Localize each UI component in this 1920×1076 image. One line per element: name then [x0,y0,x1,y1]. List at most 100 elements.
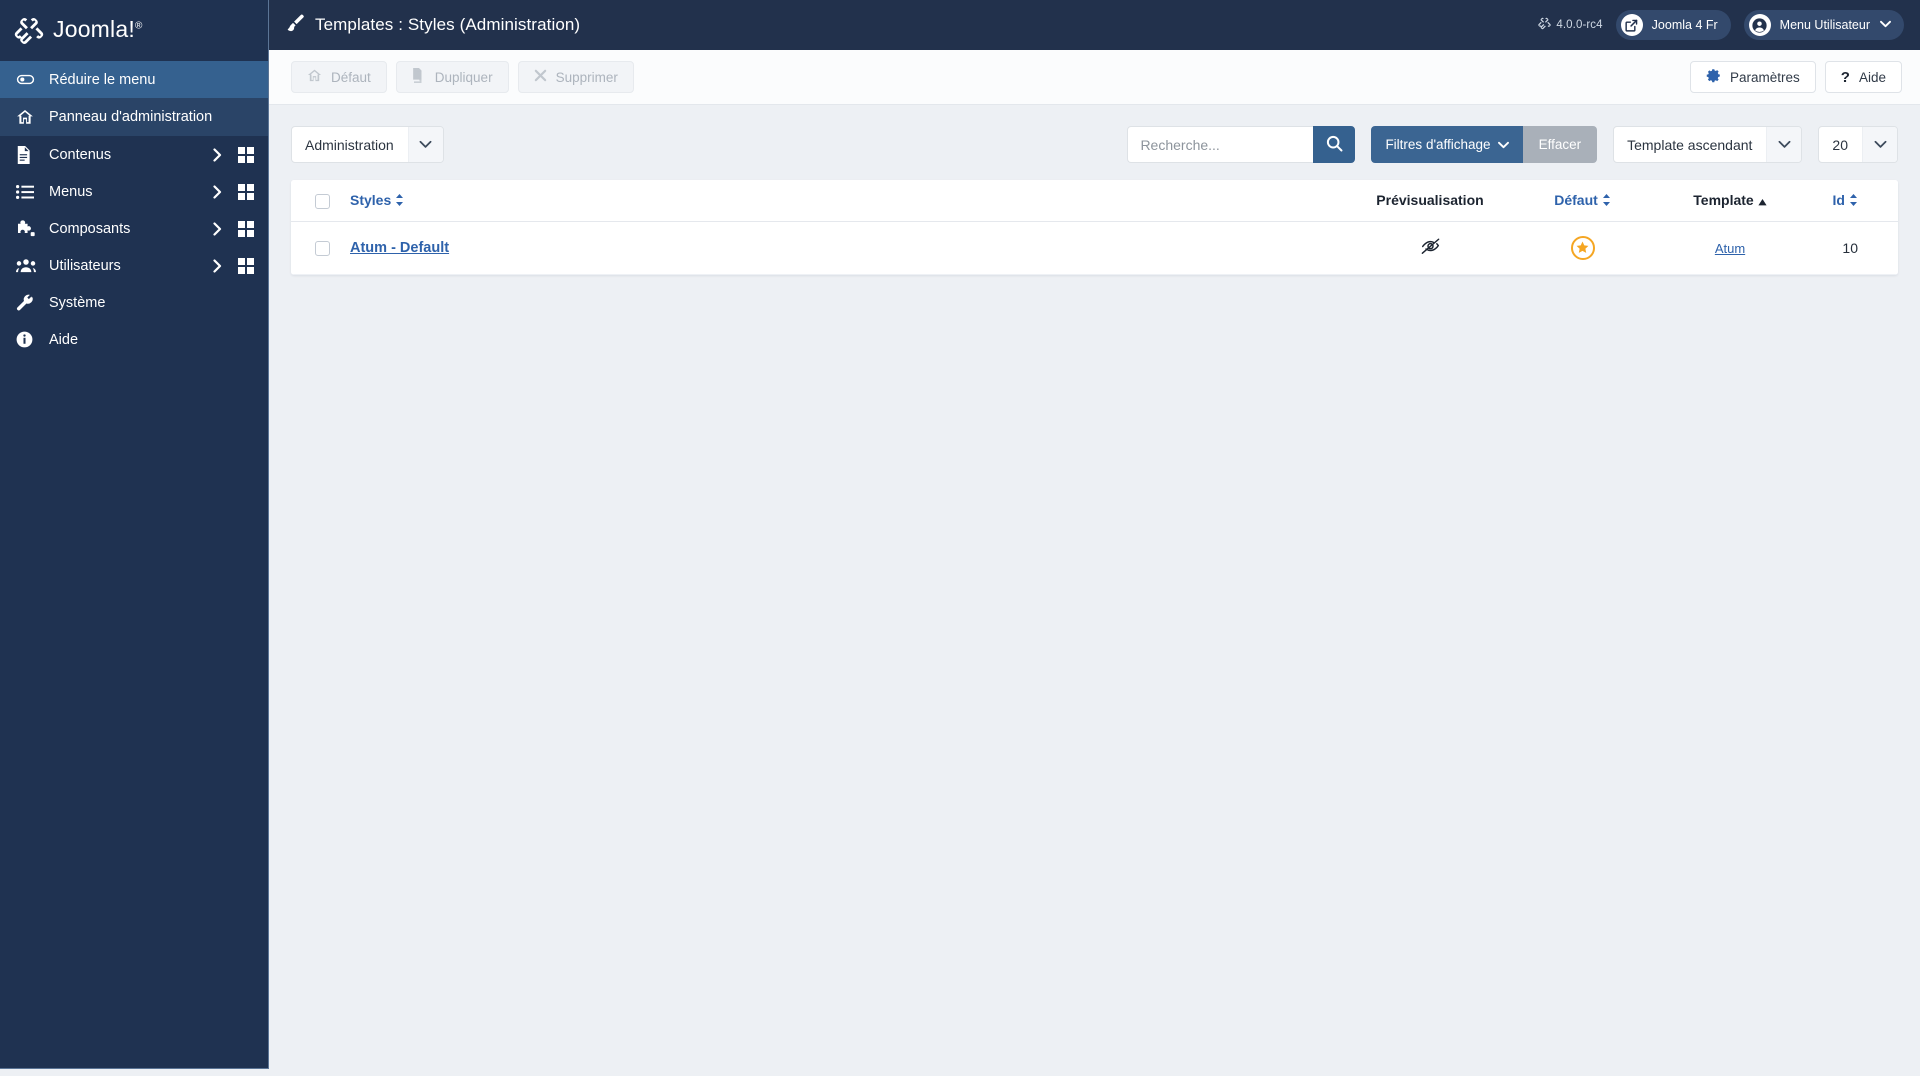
client-select-value: Administration [305,136,394,153]
set-default-label: Défaut [331,69,371,85]
sidebar-item-label: Menus [49,183,93,200]
action-toolbar: Défaut Dupliquer Supprimer Paramètres ? … [269,50,1920,105]
joomla-logo-icon [14,16,44,46]
th-styles: Styles [340,180,1345,222]
close-x-icon [534,69,547,85]
th-select-all [291,180,340,222]
sidebar-nav: Réduire le menu Panneau d'administration [0,61,268,358]
th-template: Template [1650,180,1810,222]
id-cell: 10 [1810,221,1898,275]
copy-icon [412,68,426,86]
options-button[interactable]: Paramètres [1690,61,1816,93]
sidebar: Joomla!® Réduire le menu Panneau d'admin… [0,0,269,1069]
header-actions: 4.0.0-rc4 Joomla 4 Fr Menu Utilisateur [1538,10,1904,40]
user-menu-button[interactable]: Menu Utilisateur [1743,10,1904,40]
sort-link-styles[interactable]: Styles [350,192,404,208]
sidebar-item-aide[interactable]: Aide [0,321,268,358]
delete-button[interactable]: Supprimer [517,61,634,93]
sort-select-value: Template ascendant [1627,136,1753,153]
sidebar-item-menus[interactable]: Menus [0,173,268,210]
filter-bar: Administration Recherche... Filtres d'af… [291,126,1898,163]
question-mark-icon: ? [1840,68,1850,86]
document-icon [16,145,37,164]
style-name-cell: Atum - Default [340,221,1345,275]
table-body: Atum - Default Atum 10 [291,221,1898,275]
sidebar-item-utilisateurs[interactable]: Utilisateurs [0,247,268,284]
list-limit-value: 20 [1832,136,1848,153]
sort-asc-icon [1758,193,1767,209]
sort-select[interactable]: Template ascendant [1613,126,1803,163]
user-menu-label: Menu Utilisateur [1779,18,1870,32]
star-icon[interactable] [1570,235,1595,260]
chevron-down-icon [1862,127,1897,162]
visit-site-button[interactable]: Joomla 4 Fr [1615,10,1731,40]
th-id: Id [1810,180,1898,222]
display-filters-button[interactable]: Filtres d'affichage [1371,126,1523,163]
set-default-button[interactable]: Défaut [291,61,387,93]
duplicate-label: Dupliquer [434,69,493,85]
style-name-link[interactable]: Atum - Default [350,240,449,256]
row-select-cell [291,221,340,275]
sort-both-icon [395,193,404,209]
wrench-icon [16,294,37,312]
sidebar-item-systeme[interactable]: Système [0,284,268,321]
version-text: 4.0.0-rc4 [1556,19,1603,31]
grid-dashboard-icon[interactable] [237,146,255,164]
sort-link-id[interactable]: Id [1833,192,1858,208]
paintbrush-icon [287,14,305,37]
help-label: Aide [1858,69,1886,85]
delete-label: Supprimer [555,69,618,85]
external-link-icon [1620,14,1643,36]
default-cell [1515,221,1650,275]
row-checkbox[interactable] [315,241,330,257]
th-default: Défaut [1515,180,1650,222]
page-title: Templates : Styles (Administration) [287,14,580,37]
sort-link-template[interactable]: Template [1693,192,1767,209]
help-button[interactable]: ? Aide [1824,61,1902,93]
sidebar-item-composants[interactable]: Composants [0,210,268,247]
client-select[interactable]: Administration [291,126,444,163]
clear-filters-button[interactable]: Effacer [1522,126,1598,163]
joomla-icon [1538,17,1552,33]
admin-app: Joomla!® Réduire le menu Panneau d'admin… [0,0,1920,1076]
select-all-checkbox[interactable] [315,193,330,209]
search-icon [1326,135,1343,155]
chevron-down-icon [407,127,443,162]
chevron-right-icon [209,221,225,236]
chevron-down-icon [1880,20,1891,31]
content-area: Administration Recherche... Filtres d'af… [269,105,1920,1076]
sidebar-item-contenus[interactable]: Contenus [0,136,268,173]
styles-table: Styles Prévisualisation Défaut Template … [291,180,1898,275]
table-header-row: Styles Prévisualisation Défaut Template … [291,180,1898,222]
table-head: Styles Prévisualisation Défaut Template … [291,180,1898,222]
chevron-right-icon [209,147,225,162]
search-button[interactable] [1313,126,1356,163]
home-icon [307,68,322,86]
template-link[interactable]: Atum [1715,241,1745,256]
preview-cell [1345,221,1515,275]
grid-dashboard-icon[interactable] [237,220,255,238]
grid-dashboard-icon[interactable] [237,183,255,201]
list-icon [16,183,37,201]
top-header: Templates : Styles (Administration) 4.0.… [269,0,1920,50]
home-icon [16,108,37,126]
sidebar-item-collapse-menu[interactable]: Réduire le menu [0,61,268,98]
users-icon [16,257,37,275]
sort-link-default[interactable]: Défaut [1554,192,1611,208]
list-limit-select[interactable]: 20 [1818,126,1898,163]
duplicate-button[interactable]: Dupliquer [395,61,509,93]
sidebar-item-label: Utilisateurs [49,257,121,274]
visit-site-label: Joomla 4 Fr [1651,18,1718,32]
search-input[interactable] [1127,126,1314,163]
sidebar-item-dashboard[interactable]: Panneau d'administration [0,98,268,136]
brand-logo[interactable]: Joomla!® [0,0,268,61]
eye-slash-icon[interactable] [1420,238,1441,259]
search-group [1127,126,1356,163]
chevron-down-icon [1497,137,1509,152]
grid-dashboard-icon[interactable] [237,257,255,275]
gear-icon [1706,68,1721,86]
sidebar-item-label: Panneau d'administration [49,109,213,125]
sort-both-icon [1849,193,1858,209]
sidebar-item-label: Système [49,294,106,311]
puzzle-icon [16,219,37,238]
